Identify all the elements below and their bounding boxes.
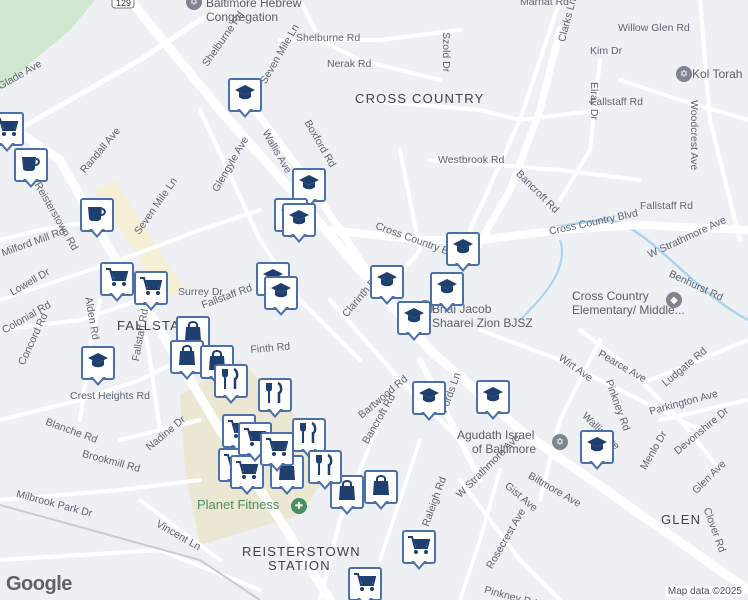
restaurant-icon	[315, 453, 335, 481]
school-marker[interactable]	[228, 78, 262, 120]
coffee-marker[interactable]	[80, 198, 114, 240]
poi-label[interactable]: Baltimore Hebrew	[206, 0, 301, 10]
shopping-cart-icon	[407, 535, 431, 560]
map-canvas[interactable]: 129 Marnat Rd Willow Glen Rd Shelburne Rd K…	[0, 0, 748, 600]
school-icon	[482, 386, 504, 409]
coffee-marker[interactable]	[14, 148, 48, 190]
school-marker[interactable]	[430, 272, 464, 314]
shopping-cart-marker[interactable]	[260, 432, 294, 474]
google-logo: Google	[6, 573, 72, 595]
school-icon	[234, 84, 256, 107]
street-label: Woodcrest Ave	[688, 100, 700, 171]
shopping-cart-icon	[265, 437, 289, 462]
area-label: STATION	[268, 558, 331, 573]
street-label: Westbrook Rd	[438, 154, 505, 166]
shopping-bag-icon	[177, 344, 197, 371]
school-marker[interactable]	[264, 276, 298, 318]
poi-label[interactable]: of Baltimore	[472, 442, 536, 456]
fitness-icon[interactable]: ✚	[291, 498, 307, 514]
school-icon	[270, 282, 292, 305]
area-label: CROSS COUNTRY	[355, 91, 485, 106]
poi-label[interactable]: Congregation	[206, 10, 278, 24]
coffee-icon	[86, 203, 108, 228]
school-marker[interactable]	[412, 381, 446, 423]
restaurant-icon	[221, 367, 241, 395]
street-label: Fallstaff Rd	[590, 96, 643, 108]
school-icon	[403, 307, 425, 330]
street-label: Nerak Rd	[327, 58, 372, 70]
poi-label[interactable]: Planet Fitness	[197, 498, 279, 512]
shopping-cart-marker[interactable]	[134, 271, 168, 313]
shopping-cart-icon	[139, 276, 163, 301]
street-label: Marnat Rd	[520, 0, 570, 8]
school-icon	[586, 436, 608, 459]
restaurant-icon	[299, 421, 319, 449]
street-label: Kim Dr	[590, 45, 623, 57]
shopping-cart-icon	[0, 117, 19, 142]
restaurant-icon	[265, 381, 285, 409]
school-icon	[87, 352, 109, 375]
area-label: REISTERSTOWN	[242, 544, 361, 559]
school-marker[interactable]	[81, 346, 115, 388]
school-icon	[288, 209, 310, 232]
street-label: Willow Glen Rd	[618, 22, 690, 34]
school-marker[interactable]	[580, 430, 614, 472]
school-icon	[452, 238, 474, 261]
route-shield-label: 129	[116, 0, 132, 8]
school-icon	[436, 278, 458, 301]
school-marker[interactable]	[476, 380, 510, 422]
school-marker[interactable]	[446, 232, 480, 274]
poi-label[interactable]: Agudath Israel	[457, 428, 534, 442]
poi-label[interactable]: Kol Torah	[692, 67, 742, 81]
coffee-icon	[20, 153, 42, 178]
poi-label[interactable]: Shaarei Zion BJSZ	[432, 316, 533, 330]
restaurant-marker[interactable]	[308, 450, 342, 492]
restaurant-marker[interactable]	[214, 364, 248, 406]
school-marker[interactable]	[397, 301, 431, 343]
synagogue-icon[interactable]: ✡	[676, 66, 692, 82]
shopping-cart-marker[interactable]	[348, 567, 382, 600]
map-attribution: Map data ©2025	[665, 586, 744, 597]
restaurant-marker[interactable]	[258, 378, 292, 420]
school-icon	[298, 174, 320, 197]
synagogue-icon[interactable]: ✡	[552, 434, 568, 450]
shopping-bag-icon	[371, 474, 391, 501]
shopping-bag-marker[interactable]	[364, 470, 398, 512]
street-label: Crest Heights Rd	[70, 390, 150, 402]
area-label: GLEN	[661, 512, 702, 527]
school-icon	[376, 271, 398, 294]
poi-label[interactable]: Cross Country	[572, 289, 649, 303]
shopping-cart-icon	[105, 267, 129, 292]
school-marker[interactable]	[282, 203, 316, 245]
shopping-bag-marker[interactable]	[170, 340, 204, 382]
shopping-cart-marker[interactable]	[0, 112, 24, 154]
street-label: Shelburne Rd	[296, 32, 361, 44]
shopping-cart-marker[interactable]	[100, 262, 134, 304]
street-label: Szold Dr	[440, 32, 452, 73]
stream	[519, 239, 563, 321]
street-label: Fallstaff Rd	[640, 200, 693, 212]
shopping-cart-icon	[353, 572, 377, 597]
shopping-cart-marker[interactable]	[402, 530, 436, 572]
school-icon	[418, 387, 440, 410]
school-place-icon[interactable]: ◆	[666, 292, 682, 308]
